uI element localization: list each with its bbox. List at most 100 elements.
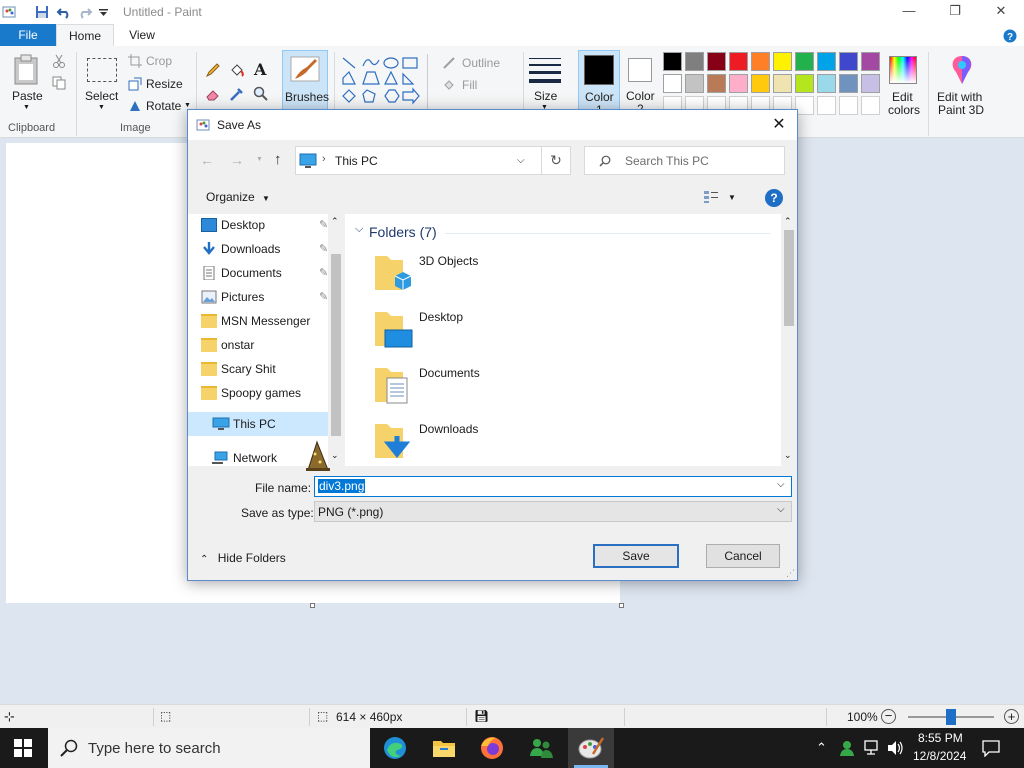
nav-scrollbar[interactable]: ⌃ ⌄ — [328, 214, 344, 466]
palette-swatch[interactable] — [839, 74, 858, 93]
canvas-resize-handle-corner[interactable] — [619, 603, 624, 608]
palette-swatch[interactable] — [685, 52, 704, 71]
palette-swatch[interactable] — [817, 52, 836, 71]
file-explorer-icon[interactable] — [430, 734, 458, 762]
scroll-down-icon[interactable]: ⌄ — [331, 450, 339, 461]
shapes-scrollbar[interactable] — [427, 54, 435, 110]
scrollbar-thumb[interactable] — [784, 230, 794, 326]
save-as-type-select[interactable]: PNG (*.png) ⌵ — [314, 501, 792, 522]
forward-arrow-icon[interactable]: → — [230, 152, 244, 168]
content-scrollbar[interactable]: ⌃ ⌄ — [781, 214, 797, 466]
fill-bucket-icon[interactable] — [229, 62, 245, 78]
zoom-slider-thumb[interactable] — [946, 709, 956, 725]
palette-swatch[interactable] — [751, 74, 770, 93]
notifications-icon[interactable] — [982, 739, 1000, 757]
folder-3d-objects[interactable]: 3D Objects — [373, 250, 573, 298]
palette-swatch[interactable] — [839, 52, 858, 71]
palette-swatch[interactable] — [707, 52, 726, 71]
scroll-down-icon[interactable]: ⌄ — [784, 450, 792, 461]
chevron-down-icon[interactable]: ⌵ — [777, 479, 785, 490]
folder-downloads[interactable]: Downloads — [373, 418, 573, 466]
palette-swatch[interactable] — [729, 74, 748, 93]
palette-swatch[interactable] — [817, 74, 836, 93]
search-box[interactable]: Search This PC — [584, 146, 785, 175]
palette-swatch[interactable] — [773, 74, 792, 93]
palette-swatch[interactable] — [751, 52, 770, 71]
nav-item-msn-messenger[interactable]: MSN Messenger — [201, 310, 310, 332]
volume-icon[interactable] — [886, 740, 904, 756]
folder-documents[interactable]: Documents — [373, 362, 573, 410]
customize-toolbar-icon[interactable] — [99, 9, 108, 17]
chevron-down-icon[interactable]: ⌵ — [517, 155, 525, 166]
tab-view[interactable]: View — [114, 24, 170, 46]
size-button[interactable]: Size ▼ — [527, 52, 563, 114]
resize-button[interactable]: Resize — [128, 76, 188, 92]
outline-button[interactable]: Outline — [442, 55, 522, 71]
redo-icon[interactable] — [77, 4, 93, 20]
refresh-button[interactable]: ↻ — [541, 146, 571, 175]
scrollbar-thumb[interactable] — [331, 254, 341, 436]
firefox-icon[interactable] — [478, 734, 506, 762]
pin-icon[interactable]: ✎ — [319, 214, 328, 236]
messenger-buddy-icon[interactable] — [527, 734, 555, 762]
palette-swatch[interactable] — [685, 74, 704, 93]
select-button[interactable]: Select ▼ — [82, 52, 120, 114]
zoom-in-button[interactable]: + — [1004, 709, 1019, 724]
nav-item-onstar[interactable]: onstar — [201, 334, 254, 356]
text-tool-icon[interactable]: A — [254, 60, 266, 79]
fill-button[interactable]: Fill — [442, 77, 502, 93]
color1-button[interactable]: Color 1 — [578, 50, 620, 117]
shapes-gallery[interactable] — [341, 56, 427, 112]
up-arrow-icon[interactable]: ↑ — [274, 151, 282, 168]
save-button[interactable]: Save — [593, 544, 679, 568]
paste-button[interactable]: Paste ▼ — [8, 52, 46, 114]
edit-with-paint3d-button[interactable]: Edit with Paint 3D — [934, 52, 990, 117]
hide-folders-toggle[interactable]: ⌃ Hide Folders — [200, 551, 286, 567]
save-icon[interactable] — [34, 4, 50, 20]
palette-swatch[interactable] — [861, 52, 880, 71]
undo-icon[interactable] — [56, 4, 72, 20]
organize-button[interactable]: Organize ▼ — [206, 190, 270, 208]
back-arrow-icon[interactable]: ← — [200, 152, 214, 168]
scroll-up-icon[interactable]: ⌃ — [331, 216, 339, 227]
palette-swatch[interactable] — [729, 52, 748, 71]
nav-item-desktop[interactable]: Desktop ✎ — [201, 214, 328, 236]
view-options-icon[interactable] — [703, 190, 719, 204]
custom-color-slot[interactable] — [861, 96, 880, 115]
nav-item-this-pc[interactable]: This PC — [188, 412, 328, 436]
folder-desktop[interactable]: Desktop — [373, 306, 573, 354]
help-icon[interactable]: ? — [1003, 29, 1017, 43]
maximize-button[interactable]: ❐ — [932, 0, 978, 24]
palette-swatch[interactable] — [795, 74, 814, 93]
scroll-up-icon[interactable]: ⌃ — [784, 216, 792, 227]
cut-icon[interactable] — [52, 54, 66, 68]
brushes-button[interactable]: Brushes — [282, 50, 329, 116]
nav-item-scary-shit[interactable]: Scary Shit — [201, 358, 276, 380]
help-button[interactable]: ? — [765, 189, 783, 207]
palette-swatch[interactable] — [861, 74, 880, 93]
close-button[interactable]: ✕ — [978, 0, 1024, 24]
pin-icon[interactable]: ✎ — [319, 286, 328, 308]
palette-swatch[interactable] — [663, 74, 682, 93]
view-options-chevron-icon[interactable]: ▼ — [728, 193, 736, 202]
chevron-down-icon[interactable]: ⌵ — [355, 223, 363, 236]
clock-time[interactable]: 8:55 PM — [918, 731, 963, 745]
address-bar[interactable]: › This PC ⌵ — [295, 146, 570, 175]
tab-file[interactable]: File — [0, 24, 56, 46]
edit-colors-button[interactable]: Edit colors — [884, 52, 924, 117]
custom-color-slot[interactable] — [839, 96, 858, 115]
color-picker-icon[interactable] — [229, 86, 245, 102]
edge-icon[interactable] — [381, 734, 409, 762]
nav-item-spoopy-games[interactable]: Spoopy games — [201, 382, 301, 404]
eraser-icon[interactable] — [205, 86, 221, 102]
recent-locations-chevron-icon[interactable]: ▼ — [256, 156, 263, 163]
taskbar-paint-active[interactable] — [568, 728, 614, 768]
palette-swatch[interactable] — [795, 52, 814, 71]
nav-item-pictures[interactable]: Pictures ✎ — [201, 286, 328, 308]
rotate-button[interactable]: Rotate ▼ — [128, 98, 192, 114]
pin-icon[interactable]: ✎ — [319, 238, 328, 260]
pencil-icon[interactable] — [205, 62, 221, 78]
color2-button[interactable]: Color 2 — [622, 50, 662, 116]
copy-icon[interactable] — [52, 76, 66, 90]
nav-item-documents[interactable]: Documents ✎ — [203, 262, 328, 284]
